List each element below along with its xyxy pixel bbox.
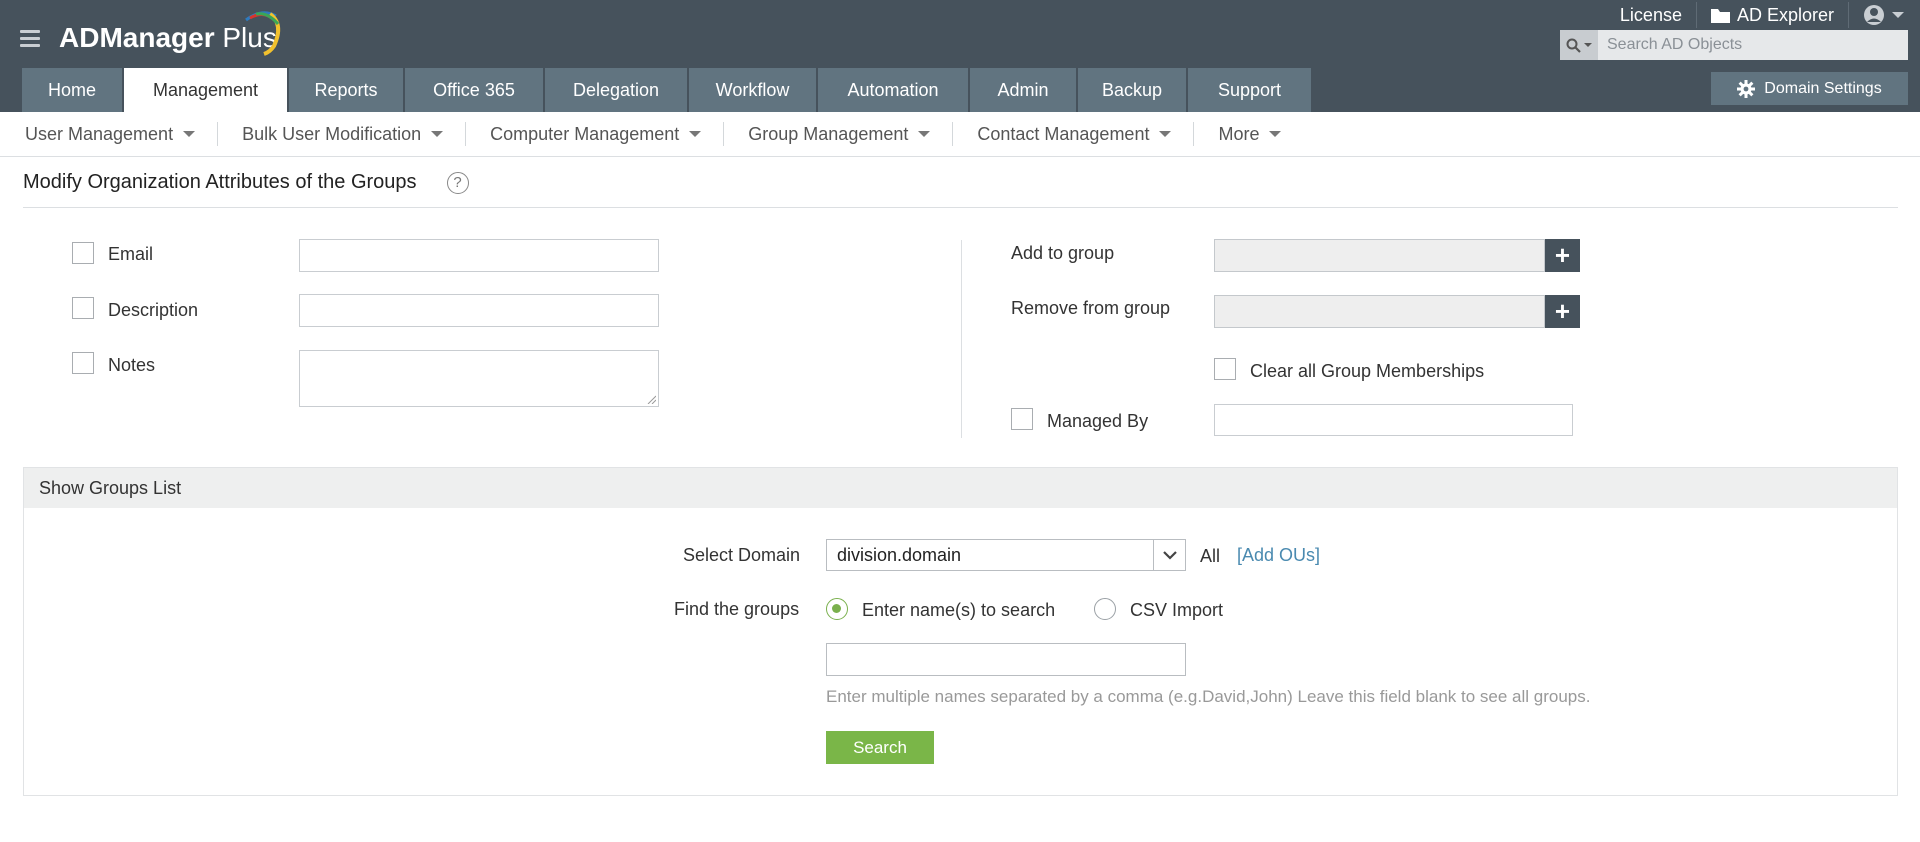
description-label: Description xyxy=(108,300,199,320)
managed-by-checkbox[interactable] xyxy=(1011,408,1033,430)
tab-reports[interactable]: Reports xyxy=(289,68,403,112)
top-links: License AD Explorer xyxy=(1606,0,1920,30)
email-field[interactable] xyxy=(299,239,659,272)
license-link[interactable]: License xyxy=(1606,2,1697,28)
domain-settings-button[interactable]: Domain Settings xyxy=(1711,72,1908,105)
subnav-label: Contact Management xyxy=(977,123,1150,144)
gear-icon xyxy=(1737,79,1756,98)
subnav-label: Group Management xyxy=(748,123,909,144)
subnav-label: User Management xyxy=(25,123,174,144)
subnav-contact-management[interactable]: Contact Management xyxy=(953,122,1195,146)
subnav-group-management[interactable]: Group Management xyxy=(724,122,954,146)
logo-text: ADManager xyxy=(59,22,215,53)
tab-automation[interactable]: Automation xyxy=(818,68,968,112)
all-ous-label: All xyxy=(1200,546,1221,566)
page-title-text: Modify Organization Attributes of the Gr… xyxy=(23,171,417,193)
add-to-group-field[interactable] xyxy=(1214,239,1545,272)
managed-by-field[interactable] xyxy=(1214,404,1573,436)
tab-support[interactable]: Support xyxy=(1188,68,1311,112)
remove-from-group-button[interactable]: + xyxy=(1545,295,1580,328)
tab-delegation[interactable]: Delegation xyxy=(545,68,687,112)
logo-swoosh-icon xyxy=(245,11,281,56)
tab-workflow[interactable]: Workflow xyxy=(689,68,816,112)
groups-list-header-text: Show Groups List xyxy=(39,477,182,498)
title-divider xyxy=(23,207,1898,208)
chevron-down-icon xyxy=(689,131,702,137)
find-groups-label: Find the groups xyxy=(674,599,800,619)
radio-csv-import[interactable] xyxy=(1094,598,1116,620)
clear-memberships-label: Clear all Group Memberships xyxy=(1250,361,1485,381)
clear-memberships-checkbox[interactable] xyxy=(1214,358,1236,380)
subnav-user-management[interactable]: User Management xyxy=(0,122,219,146)
csv-import-label: CSV Import xyxy=(1130,600,1224,620)
ad-explorer-label: AD Explorer xyxy=(1736,4,1834,25)
chevron-down-icon[interactable] xyxy=(1153,540,1185,570)
chevron-down-icon xyxy=(1892,12,1904,18)
radio-enter-names[interactable] xyxy=(826,598,848,620)
main-tabs: Home Management Reports Office 365 Deleg… xyxy=(22,68,1311,112)
notes-textarea[interactable] xyxy=(299,350,659,407)
email-checkbox[interactable] xyxy=(72,242,94,264)
managed-by-label: Managed By xyxy=(1047,411,1149,431)
tab-home[interactable]: Home xyxy=(22,68,122,112)
add-to-group-button[interactable]: + xyxy=(1545,239,1580,272)
page-title: Modify Organization Attributes of the Gr… xyxy=(23,171,469,194)
domain-settings-label: Domain Settings xyxy=(1764,79,1882,97)
search-hint-text: Enter multiple names separated by a comm… xyxy=(826,687,1591,706)
subnav-bulk-user-modification[interactable]: Bulk User Modification xyxy=(218,122,467,146)
groups-list-header[interactable]: Show Groups List xyxy=(24,468,1897,508)
description-field[interactable] xyxy=(299,294,659,327)
subnav-more[interactable]: More xyxy=(1194,122,1303,146)
subnav-label: Computer Management xyxy=(490,123,680,144)
app-header: ADManager Plus License AD Explorer Home … xyxy=(0,0,1920,112)
tab-admin[interactable]: Admin xyxy=(970,68,1076,112)
subnav-computer-management[interactable]: Computer Management xyxy=(466,122,725,146)
description-checkbox[interactable] xyxy=(72,297,94,319)
license-label: License xyxy=(1619,4,1682,25)
search-button[interactable]: Search xyxy=(826,731,934,764)
search-input[interactable] xyxy=(1598,31,1908,59)
chevron-down-icon xyxy=(183,131,196,137)
tab-management[interactable]: Management xyxy=(124,68,287,112)
chevron-down-icon xyxy=(1269,131,1282,137)
user-account-icon xyxy=(1864,5,1884,25)
search-icon[interactable] xyxy=(1560,30,1598,60)
add-to-group-label: Add to group xyxy=(1011,243,1115,263)
enter-names-label: Enter name(s) to search xyxy=(862,600,1056,620)
help-icon[interactable]: ? xyxy=(446,171,469,194)
search-scope-caret-icon xyxy=(1584,43,1592,47)
add-ous-link[interactable]: [Add OUs] xyxy=(1237,545,1320,566)
hamburger-menu-icon[interactable] xyxy=(20,30,40,47)
search-ad-objects xyxy=(1560,30,1908,60)
subnav-label: More xyxy=(1218,123,1260,144)
domain-select-value: division.domain xyxy=(837,544,962,565)
chevron-down-icon xyxy=(918,131,931,137)
remove-from-group-field[interactable] xyxy=(1214,295,1545,328)
tab-backup[interactable]: Backup xyxy=(1078,68,1186,112)
chevron-down-icon xyxy=(431,131,444,137)
ad-explorer-link[interactable]: AD Explorer xyxy=(1697,2,1849,28)
groups-list-panel: Show Groups List xyxy=(23,467,1898,796)
folder-icon xyxy=(1710,8,1730,23)
group-names-input[interactable] xyxy=(826,643,1186,676)
remove-from-group-label: Remove from group xyxy=(1011,298,1171,318)
email-label: Email xyxy=(108,244,154,264)
select-domain-label: Select Domain xyxy=(683,545,801,565)
resize-grip-icon[interactable] xyxy=(646,394,656,404)
tab-office-365[interactable]: Office 365 xyxy=(405,68,543,112)
notes-label: Notes xyxy=(108,355,156,375)
subnav-label: Bulk User Modification xyxy=(242,123,422,144)
user-account-menu[interactable] xyxy=(1849,2,1920,28)
chevron-down-icon xyxy=(1159,131,1172,137)
form-divider xyxy=(961,240,962,438)
sub-navigation: User Management Bulk User Modification C… xyxy=(0,112,1920,157)
notes-checkbox[interactable] xyxy=(72,352,94,374)
domain-select[interactable]: division.domain xyxy=(826,539,1186,571)
